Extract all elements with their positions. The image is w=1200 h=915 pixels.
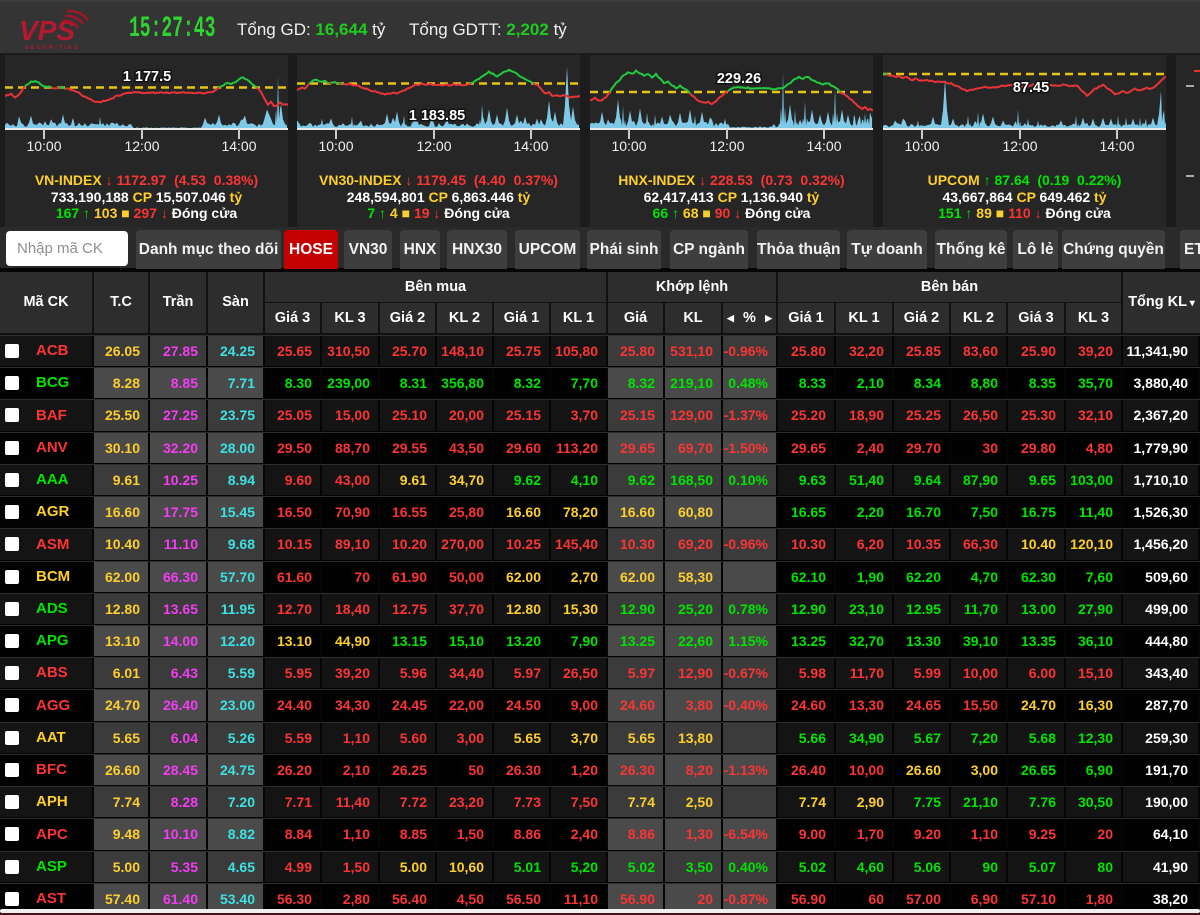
- svg-text:12:00: 12:00: [709, 138, 744, 154]
- svg-text:12:00: 12:00: [416, 138, 451, 154]
- svg-text:12:00: 12:00: [1002, 138, 1037, 154]
- svg-text:229.26: 229.26: [717, 71, 761, 87]
- svg-text:14:00: 14:00: [513, 138, 548, 154]
- svg-text:14:00: 14:00: [221, 138, 256, 154]
- svg-text:SECURITIES: SECURITIES: [25, 45, 80, 51]
- svg-text:10:00: 10:00: [26, 138, 61, 154]
- svg-text:12:00: 12:00: [124, 138, 159, 154]
- svg-text:1 177.5: 1 177.5: [123, 69, 171, 85]
- svg-text:14:00: 14:00: [806, 138, 841, 154]
- svg-text:10:00: 10:00: [318, 138, 353, 154]
- svg-text:14:00: 14:00: [1099, 138, 1134, 154]
- svg-text:1 183.85: 1 183.85: [409, 108, 465, 124]
- svg-text:10:00: 10:00: [611, 138, 646, 154]
- svg-text:10:00: 10:00: [904, 138, 939, 154]
- svg-text:87.45: 87.45: [1013, 80, 1049, 96]
